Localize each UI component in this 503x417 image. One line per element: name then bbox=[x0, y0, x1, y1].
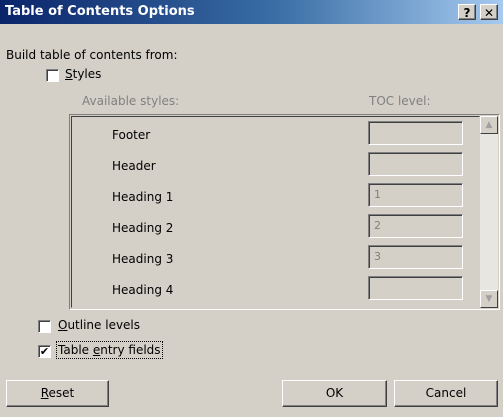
scroll-down-icon[interactable]: ▼ bbox=[480, 290, 498, 308]
scroll-up-icon[interactable]: ▲ bbox=[480, 116, 498, 134]
styles-checkbox-label[interactable]: Styles bbox=[65, 67, 101, 81]
style-name: Heading 2 bbox=[112, 221, 174, 235]
build-from-label: Build table of contents from: bbox=[6, 48, 178, 62]
styles-list[interactable]: Footer Header Heading 1 1 Heading 2 2 Heading … bbox=[69, 114, 500, 310]
toc-level-field[interactable]: 2 bbox=[368, 214, 463, 238]
styles-list-area: Footer Header Heading 1 1 Heading 2 2 Heading … bbox=[71, 116, 480, 308]
table-entry-fields-checkbox[interactable]: ✔ bbox=[38, 345, 51, 358]
toc-level-field[interactable] bbox=[368, 276, 463, 300]
styles-checkbox[interactable] bbox=[46, 69, 59, 82]
toc-level-field[interactable]: 1 bbox=[368, 183, 463, 207]
styles-list-scrollbar[interactable]: ▲ ▼ bbox=[480, 116, 498, 308]
outline-levels-label[interactable]: Outline levels bbox=[58, 318, 140, 332]
style-name: Header bbox=[112, 159, 156, 173]
cancel-button[interactable]: Cancel bbox=[394, 380, 498, 407]
title-bar: Table of Contents Options ? ✕ bbox=[0, 0, 503, 24]
help-button[interactable]: ? bbox=[458, 4, 476, 20]
reset-button[interactable]: Reset bbox=[6, 380, 109, 407]
check-mark-icon: ✔ bbox=[39, 345, 50, 358]
close-button[interactable]: ✕ bbox=[480, 4, 498, 20]
ok-button[interactable]: OK bbox=[282, 380, 387, 407]
toc-level-field[interactable]: 3 bbox=[368, 245, 463, 269]
style-name: Heading 1 bbox=[112, 190, 174, 204]
toc-level-field[interactable] bbox=[368, 152, 463, 176]
toc-level-header: TOC level: bbox=[369, 94, 431, 108]
table-entry-fields-label[interactable]: Table entry fields bbox=[56, 341, 163, 359]
style-name: Heading 3 bbox=[112, 252, 174, 266]
style-name: Heading 4 bbox=[112, 283, 174, 297]
dialog-title: Table of Contents Options bbox=[5, 4, 195, 19]
style-name: Footer bbox=[112, 128, 151, 142]
toc-level-field[interactable] bbox=[368, 121, 463, 145]
available-styles-header: Available styles: bbox=[82, 94, 180, 108]
outline-levels-checkbox[interactable] bbox=[38, 320, 51, 333]
